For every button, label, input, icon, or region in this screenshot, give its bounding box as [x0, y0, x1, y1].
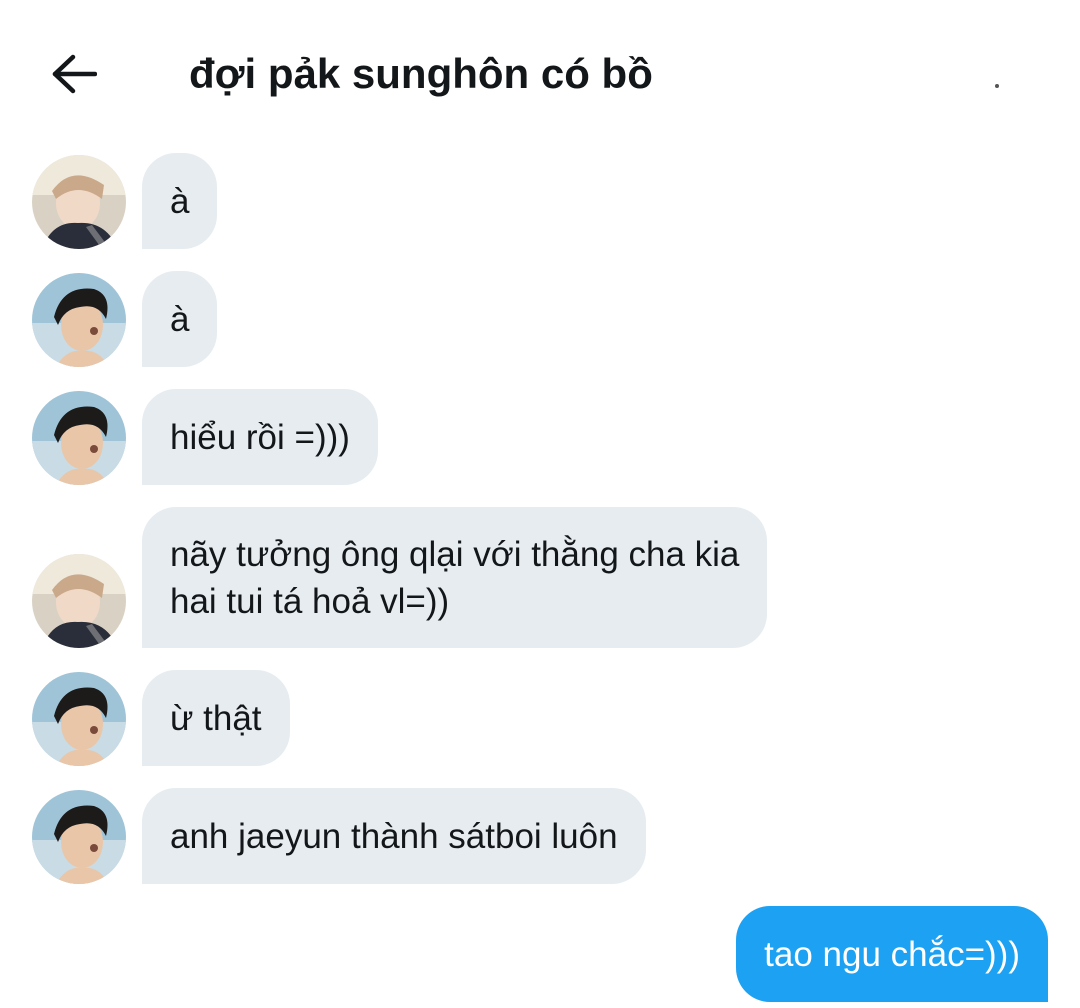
avatar[interactable] — [32, 273, 126, 367]
outgoing-message-bubble[interactable]: tao ngu chắc=))) — [736, 906, 1048, 1002]
message-row: à — [0, 271, 1080, 367]
message-row-outgoing: tao ngu chắc=))) — [0, 906, 1080, 1002]
avatar[interactable] — [32, 554, 126, 648]
message-text-line: nãy tưởng ông qlại với thằng cha kia — [170, 534, 740, 574]
arrow-left-icon — [52, 54, 97, 94]
avatar[interactable] — [32, 391, 126, 485]
message-text: ừ thật — [170, 698, 262, 738]
message-text: anh jaeyun thành sátboi luôn — [170, 816, 618, 856]
message-row: hiểu rồi =))) — [0, 389, 1080, 485]
message-bubble[interactable]: à — [142, 153, 218, 249]
avatar[interactable] — [32, 790, 126, 884]
message-bubble[interactable]: hiểu rồi =))) — [142, 389, 378, 485]
message-row: à — [0, 153, 1080, 249]
back-button[interactable] — [48, 50, 100, 98]
message-text: à — [170, 181, 190, 221]
message-text: tao ngu chắc=))) — [764, 934, 1020, 974]
dm-conversation-screen: đợi pảk sunghôn có bồ à à hiểu rồi =))) … — [0, 0, 1080, 1008]
message-text-line: hai tui tá hoả vl=)) — [170, 581, 450, 621]
message-bubble[interactable]: nãy tưởng ông qlại với thằng cha kia hai… — [142, 507, 768, 648]
message-row: ừ thật — [0, 670, 1080, 766]
conversation-header: đợi pảk sunghôn có bồ — [0, 0, 1080, 140]
message-bubble[interactable]: à — [142, 271, 218, 367]
message-row: nãy tưởng ông qlại với thằng cha kia hai… — [0, 507, 1080, 648]
avatar[interactable] — [32, 155, 126, 249]
message-row: anh jaeyun thành sátboi luôn — [0, 788, 1080, 884]
message-bubble[interactable]: ừ thật — [142, 670, 290, 766]
message-text: hiểu rồi =))) — [170, 417, 350, 457]
message-text: à — [170, 299, 190, 339]
avatar[interactable] — [32, 672, 126, 766]
status-dot — [995, 84, 999, 88]
message-bubble[interactable]: anh jaeyun thành sátboi luôn — [142, 788, 646, 884]
conversation-title: đợi pảk sunghôn có bồ — [189, 50, 653, 97]
